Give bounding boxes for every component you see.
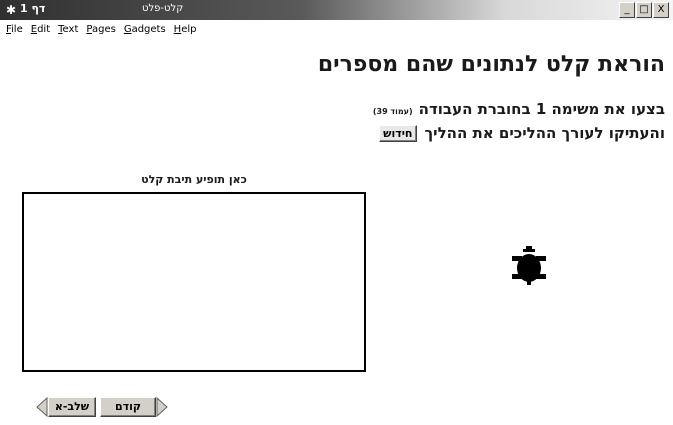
title-bar[interactable]: ✱ דף 1 קלט-פלט _ □ X xyxy=(0,0,673,20)
left-arrow-icon[interactable] xyxy=(36,397,48,417)
instruction-text-2: והעתיקו לעורך ההליכים את ההליך xyxy=(424,124,666,142)
menu-file[interactable]: File xyxy=(0,21,27,39)
window-controls: _ □ X xyxy=(619,2,669,18)
previous-button[interactable]: קודם xyxy=(100,397,156,417)
window-title: קלט-פלט xyxy=(142,3,184,14)
turtle-logo-icon: ✱ xyxy=(5,3,17,17)
menu-edit[interactable]: Edit xyxy=(27,21,54,39)
minimize-button[interactable]: _ xyxy=(619,2,635,18)
step-button[interactable]: שלב-א xyxy=(48,397,96,417)
page-number: דף 1 xyxy=(20,2,46,15)
menu-text[interactable]: Text xyxy=(54,21,82,39)
close-button[interactable]: X xyxy=(653,2,669,18)
instruction-line-2: והעתיקו לעורך ההליכים את ההליך חידוש xyxy=(379,124,665,142)
renew-button[interactable]: חידוש xyxy=(379,124,417,142)
instruction-line-1: בצעו את משימה 1 בחוברת העבודה (עמוד 39) xyxy=(373,100,665,118)
maximize-button[interactable]: □ xyxy=(636,2,652,18)
turtle-icon[interactable] xyxy=(510,246,548,286)
menu-pages[interactable]: Pages xyxy=(82,21,119,39)
page-heading: הוראת קלט לנתונים שהם מספרים xyxy=(317,52,665,77)
input-box[interactable] xyxy=(22,192,366,372)
instruction-text-1: בצעו את משימה 1 בחוברת העבודה xyxy=(418,100,665,118)
page-reference: (עמוד 39) xyxy=(372,107,413,116)
menu-help[interactable]: Help xyxy=(170,21,201,39)
right-arrow-icon[interactable] xyxy=(156,397,168,417)
menu-gadgets[interactable]: Gadgets xyxy=(120,21,170,39)
menu-bar: File Edit Text Pages Gadgets Help xyxy=(0,21,673,39)
input-box-label: כאן תופיע תיבת קלט xyxy=(141,173,247,186)
